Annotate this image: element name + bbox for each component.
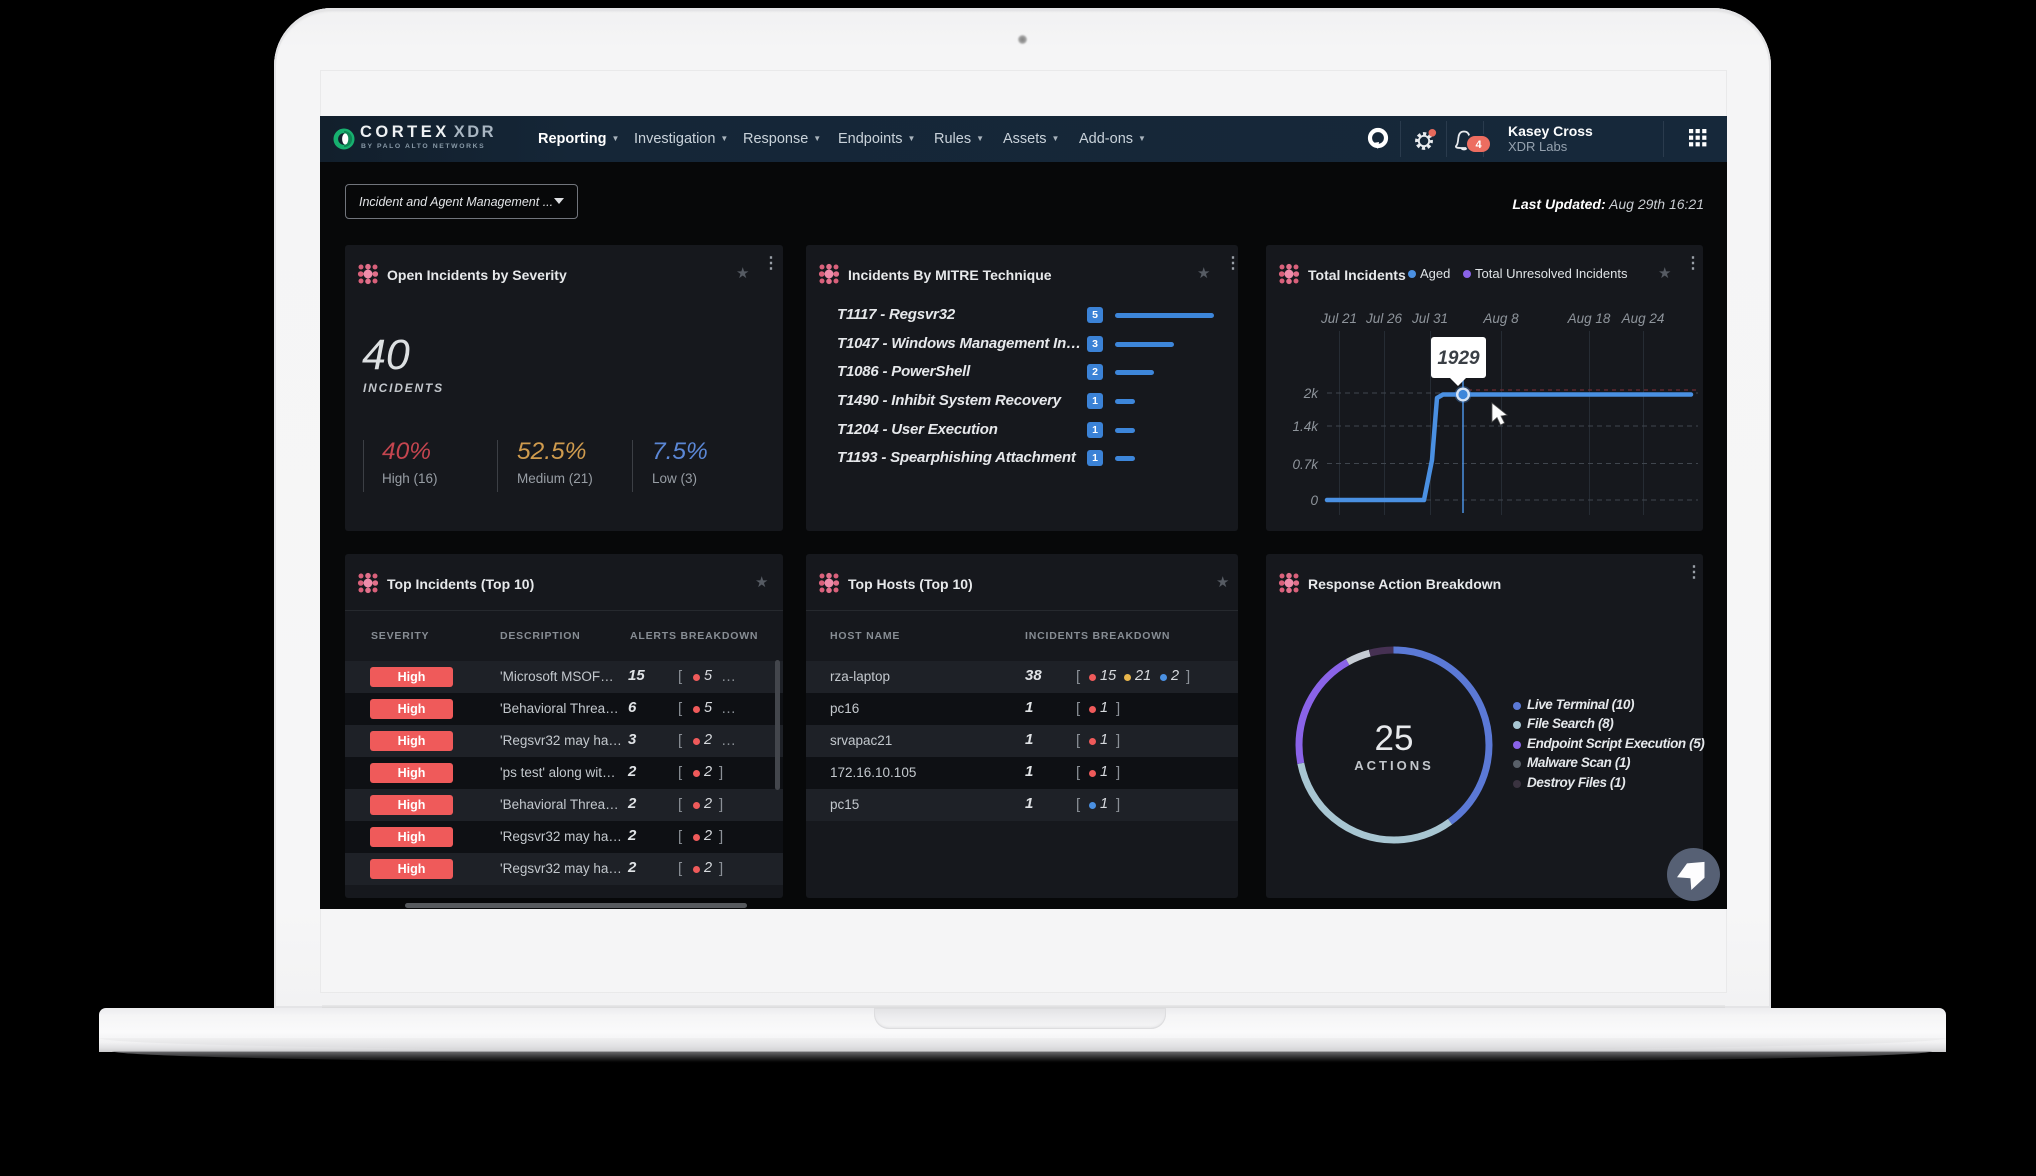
svg-text:4: 4 (1475, 139, 1482, 151)
svg-text:1929: 1929 (1437, 348, 1480, 369)
